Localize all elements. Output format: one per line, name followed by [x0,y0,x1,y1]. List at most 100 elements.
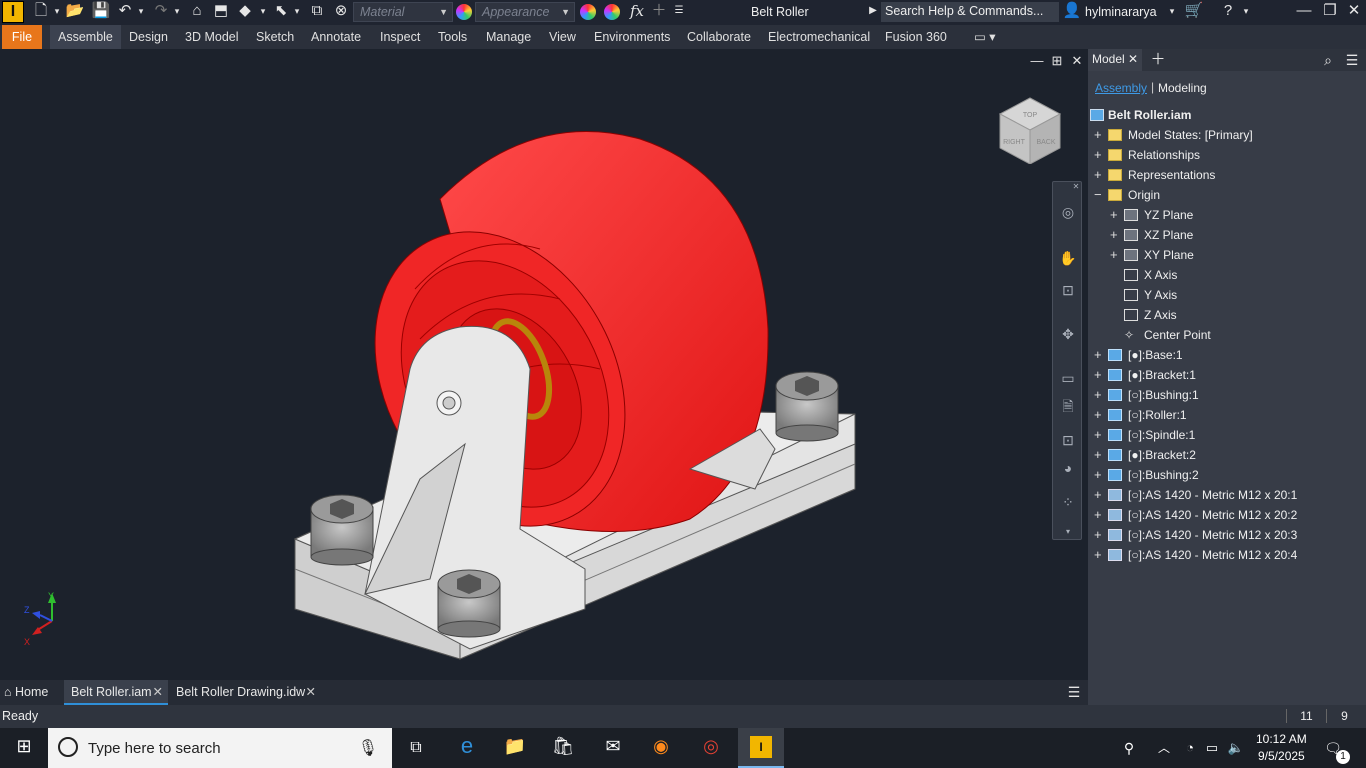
user-name[interactable]: hylminararya [1085,5,1157,19]
adjust-appearance-icon[interactable] [580,4,596,20]
dropdown-arrow-icon[interactable]: ▾ [172,1,182,21]
tab-assemble[interactable]: Assemble [50,25,121,49]
volume-icon[interactable]: 🔈 [1226,738,1246,758]
expand-icon[interactable]: + [1094,125,1106,145]
zoom-icon[interactable]: ⊡ [1058,280,1078,300]
save-icon[interactable]: 💾 [90,1,112,21]
subtab-modeling[interactable]: Modeling [1158,81,1207,95]
tab-manage[interactable]: Manage [478,25,539,49]
zoom-all-icon[interactable]: 🗎 [1058,396,1078,416]
expand-icon[interactable]: + [1110,205,1122,225]
look-at-icon[interactable]: ▭ [1058,368,1078,388]
tab-sketch[interactable]: Sketch [248,25,302,49]
app-logo[interactable]: I [2,1,24,23]
tab-view[interactable]: View [541,25,584,49]
expand-icon[interactable]: + [1094,425,1106,445]
dropdown-arrow-icon[interactable]: ▾ [258,1,268,21]
bolt-3[interactable] [775,371,839,442]
edge-browser-icon[interactable]: e [452,735,482,757]
task-view-icon[interactable]: ⧉ [402,738,430,758]
ribbon-display-toggle[interactable]: ▭ ▾ [966,25,1004,49]
expand-icon[interactable]: + [1094,145,1106,165]
cart-icon[interactable]: 🛒 [1184,1,1204,21]
search-icon[interactable]: ⌕ [1320,50,1336,70]
clock-date[interactable]: 9/5/2025 [1258,749,1305,763]
expand-icon[interactable]: + [1094,405,1106,425]
clear-appearance-icon[interactable] [604,4,620,20]
inventor-taskbar-icon[interactable]: I [738,728,784,768]
undo-icon[interactable]: ↶ [114,1,136,21]
help-search-field[interactable]: Search Help & Commands... [881,2,1059,22]
free-orbit-icon[interactable]: ◕ [1058,458,1078,478]
taskbar-search-box[interactable]: Type here to search 🎙 [48,728,392,768]
material-ball-icon[interactable]: ⊗ [330,1,352,21]
expand-icon[interactable]: + [1094,385,1106,405]
parameters-fx-icon[interactable]: fx [626,1,648,21]
tab-annotate[interactable]: Annotate [303,25,369,49]
appearance-ball-icon[interactable] [456,4,472,20]
doc-tab-belt-roller-drawing[interactable]: Belt Roller Drawing.idw ✕ [176,680,322,705]
add-icon[interactable]: ＋ [650,1,668,21]
clock-time[interactable]: 10:12 AM [1256,732,1307,746]
windows-start-icon[interactable]: ⊞ [8,736,40,756]
viewcube[interactable]: TOP RIGHT BACK [996,94,1066,164]
dropdown-arrow-icon[interactable]: ▾ [292,1,302,21]
dropdown-arrow-icon[interactable]: ▾ [1240,1,1252,21]
close-icon[interactable]: ✕ [1342,1,1366,21]
component-icon[interactable]: ⧉ [306,1,328,21]
mail-icon[interactable]: ✉ [598,736,628,756]
steering-wheel-icon[interactable]: ◎ [1058,202,1078,222]
microphone-icon[interactable]: 🎙 [358,738,378,758]
belt-roller-model[interactable] [0,49,1088,680]
appearance-dropdown[interactable]: Appearance ▼ [475,2,575,22]
restore-icon[interactable]: ❐ [1318,1,1342,21]
collapse-icon[interactable]: − [1094,185,1106,205]
show-hidden-icons-icon[interactable]: ︿ [1154,738,1174,758]
graphics-viewport[interactable]: — ⊞ ✕ TOP RIGHT BACK ✕ ◎ ✋ ⊡ ✥ ▭ 🗎 ⊡ ◕ ⁘… [0,49,1088,680]
store-icon[interactable]: 🛍 [548,736,578,756]
tab-file[interactable]: File [2,25,42,49]
dropdown-arrow-icon[interactable]: ▾ [136,1,146,21]
battery-icon[interactable]: ▭ [1202,738,1222,758]
bolt-1[interactable] [310,494,374,566]
customize-qat-icon[interactable]: ☰ [672,1,686,21]
zoom-window-icon[interactable]: ⊡ [1058,430,1078,450]
home-icon[interactable]: ⌂ [186,1,208,21]
navbar-menu-icon[interactable]: ▾ [1058,522,1078,542]
tab-environments[interactable]: Environments [586,25,678,49]
expand-icon[interactable]: + [1094,485,1106,505]
tab-tools[interactable]: Tools [430,25,475,49]
user-icon[interactable]: 👤 [1062,1,1082,21]
expand-icon[interactable]: + [1094,545,1106,565]
update-icon[interactable]: ⬒ [210,1,232,21]
expand-icon[interactable]: + [1094,525,1106,545]
help-icon[interactable]: ? [1218,1,1238,21]
bolt-2[interactable] [437,569,501,638]
close-icon[interactable]: ✕ [153,680,163,704]
tab-inspect[interactable]: Inspect [372,25,428,49]
chrome-icon[interactable]: ◎ [696,736,726,756]
close-icon[interactable]: ✕ [306,680,316,704]
expand-icon[interactable]: + [1110,245,1122,265]
tab-design[interactable]: Design [121,25,176,49]
expand-icon[interactable]: + [1110,225,1122,245]
doc-tab-home[interactable]: ⌂ Home [4,680,48,705]
material-dropdown[interactable]: Material ▼ [353,2,453,22]
appearance-icon[interactable]: ⁘ [1058,492,1078,512]
tab-collaborate[interactable]: Collaborate [679,25,759,49]
firefox-icon[interactable]: ◉ [646,736,676,756]
add-tab-icon[interactable]: ＋ [1150,50,1166,70]
navbar-close-icon[interactable]: ✕ [1071,182,1081,192]
people-icon[interactable]: ⚲ [1118,738,1140,758]
tab-electromechanical[interactable]: Electromechanical [760,25,878,49]
browser-menu-icon[interactable]: ☰ [1344,50,1360,70]
expand-icon[interactable]: + [1094,505,1106,525]
dropdown-arrow-icon[interactable]: ▾ [52,1,62,21]
tab-3d-model[interactable]: 3D Model [177,25,247,49]
expand-icon[interactable]: + [1094,165,1106,185]
chevron-right-icon[interactable]: ▶ [866,1,880,21]
browser-tab-model[interactable]: Model ✕ [1088,49,1142,71]
expand-icon[interactable]: + [1094,345,1106,365]
select-icon[interactable]: ◆ [234,1,256,21]
doc-tabs-menu-icon[interactable]: ☰ [1064,682,1084,702]
